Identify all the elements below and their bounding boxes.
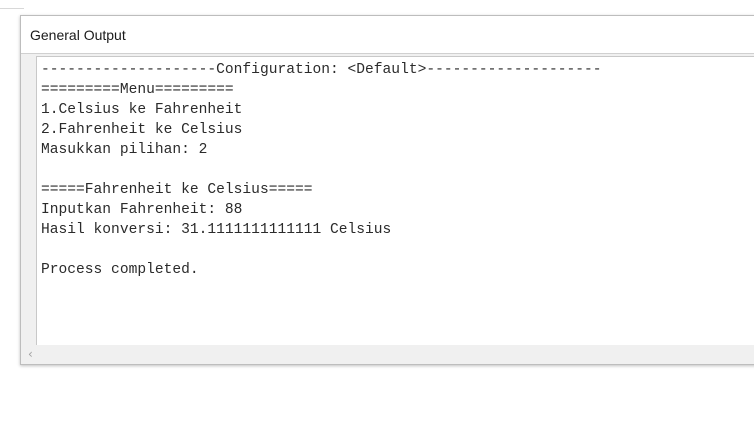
output-line: 2.Fahrenheit ke Celsius	[41, 122, 243, 138]
output-line: Masukkan pilihan: 2	[41, 142, 208, 158]
general-output-window: General Output --------------------Confi…	[20, 15, 754, 365]
output-line: Hasil konversi: 31.1111111111111 Celsius	[41, 222, 392, 238]
output-line: 1.Celsius ke Fahrenheit	[41, 102, 243, 118]
output-line: =====Fahrenheit ke Celsius=====	[41, 182, 313, 198]
window-title: General Output	[30, 27, 126, 43]
window-title-bar[interactable]: General Output	[21, 16, 754, 54]
output-line: Inputkan Fahrenheit: 88	[41, 202, 243, 218]
chevron-left-icon[interactable]: ‹	[28, 347, 33, 361]
top-bar	[0, 0, 754, 14]
output-console[interactable]: --------------------Configuration: <Defa…	[36, 56, 754, 345]
output-line: Process completed.	[41, 262, 199, 278]
horizontal-scrollbar[interactable]: ‹	[21, 345, 754, 363]
output-line: --------------------Configuration: <Defa…	[41, 62, 602, 78]
page: General Output --------------------Confi…	[0, 0, 754, 436]
output-line: =========Menu=========	[41, 82, 234, 98]
output-text: --------------------Configuration: <Defa…	[41, 60, 602, 280]
divider	[0, 8, 24, 9]
